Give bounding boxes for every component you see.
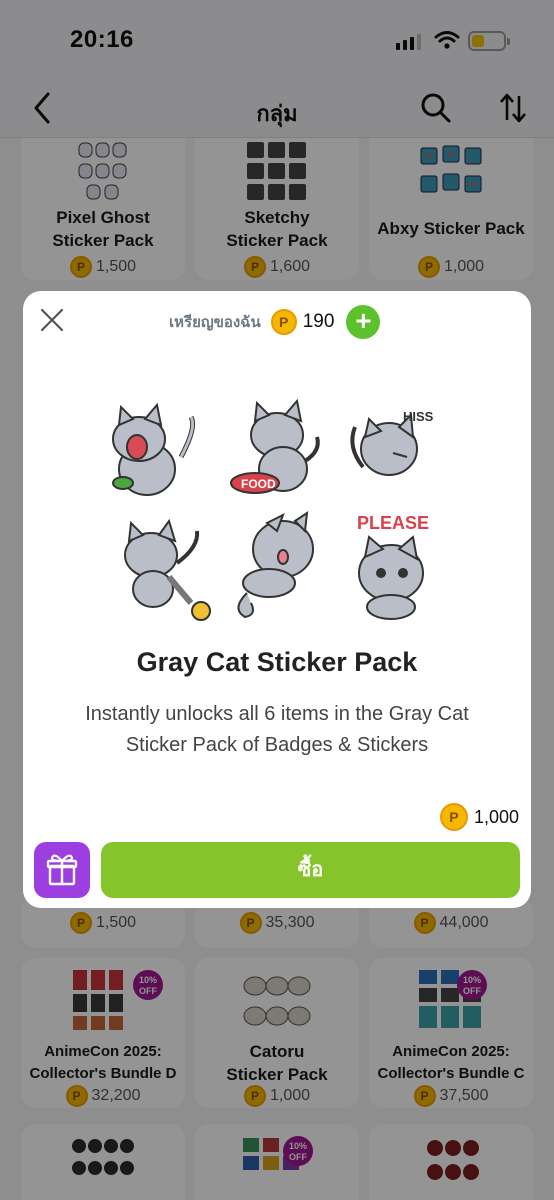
buy-button[interactable]: ซื้อ xyxy=(101,842,520,898)
sticker-cat-yell xyxy=(112,402,196,496)
sticker-cat-food: FOOD xyxy=(230,398,320,494)
pack-title: Gray Cat Sticker Pack xyxy=(136,647,418,677)
pack-price: P 1,000 xyxy=(439,803,519,831)
gift-icon xyxy=(46,854,78,886)
close-icon[interactable] xyxy=(39,307,65,333)
sticker-cat-hiss: HISS xyxy=(350,409,434,476)
my-coins-label: เหรียญของฉัน xyxy=(169,314,261,331)
sticker-preview: FOOD HISS PLEASE xyxy=(112,398,434,621)
pack-price-value: 1,000 xyxy=(473,806,519,827)
coin-icon: P xyxy=(439,803,468,831)
sticker-text-food: FOOD xyxy=(241,477,276,491)
purchase-modal: เหรียญของฉัน P 190 + FOOD HISS PLEASE Gr… xyxy=(23,291,531,908)
pack-description: Instantly unlocks all 6 items in the Gra… xyxy=(85,703,469,756)
gift-button[interactable] xyxy=(34,842,90,898)
sticker-cat-play xyxy=(237,510,314,619)
sticker-text-please: PLEASE xyxy=(357,513,429,533)
sticker-cat-knife xyxy=(124,518,211,621)
sticker-text-hiss: HISS xyxy=(403,409,434,424)
sticker-cat-please: PLEASE xyxy=(357,513,429,620)
coin-icon: P xyxy=(270,309,297,335)
plus-icon[interactable]: + xyxy=(346,305,381,339)
my-coins-value: 190 xyxy=(302,311,335,332)
my-coins: เหรียญของฉัน P 190 + xyxy=(169,305,381,339)
